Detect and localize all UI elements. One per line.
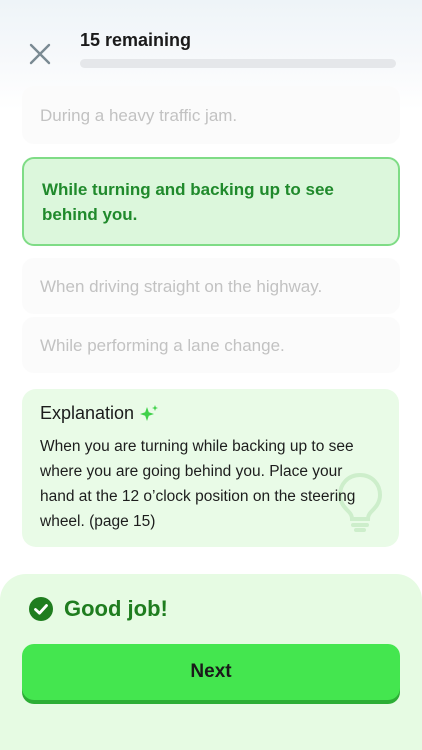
explanation-title: Explanation <box>40 403 135 423</box>
remaining-count: 15 remaining <box>80 30 192 50</box>
explanation-body: When you are turning while backing up to… <box>40 438 356 530</box>
feedback-text: Good job! <box>64 596 168 621</box>
quiz-screen: 15 remaining During a heavy traffic jam.… <box>0 0 422 750</box>
feedback-row: Good job! <box>28 596 168 622</box>
next-button[interactable]: Next <box>22 644 400 700</box>
explanation-card: Explanation When you are turning while b… <box>22 389 399 547</box>
answer-option-1[interactable]: During a heavy traffic jam. <box>22 86 400 144</box>
progress-bar <box>80 59 396 68</box>
answer-option-4[interactable]: While performing a lane change. <box>22 317 400 373</box>
answer-option-text: While performing a lane change. <box>40 335 285 355</box>
close-button[interactable] <box>24 38 56 70</box>
close-icon <box>29 43 51 65</box>
answer-option-3[interactable]: When driving straight on the highway. <box>22 258 400 314</box>
sparkle-icon <box>140 404 159 421</box>
explanation-heading: Explanation <box>40 403 381 424</box>
feedback-panel: Good job! Next <box>0 574 422 750</box>
progress-header: 15 remaining <box>80 30 396 68</box>
check-circle-icon <box>29 597 53 621</box>
answer-option-text: While turning and backing up to see behi… <box>42 179 334 224</box>
answer-option-text: When driving straight on the highway. <box>40 276 323 296</box>
answer-option-2-correct[interactable]: While turning and backing up to see behi… <box>22 157 400 246</box>
answer-option-text: During a heavy traffic jam. <box>40 105 238 125</box>
